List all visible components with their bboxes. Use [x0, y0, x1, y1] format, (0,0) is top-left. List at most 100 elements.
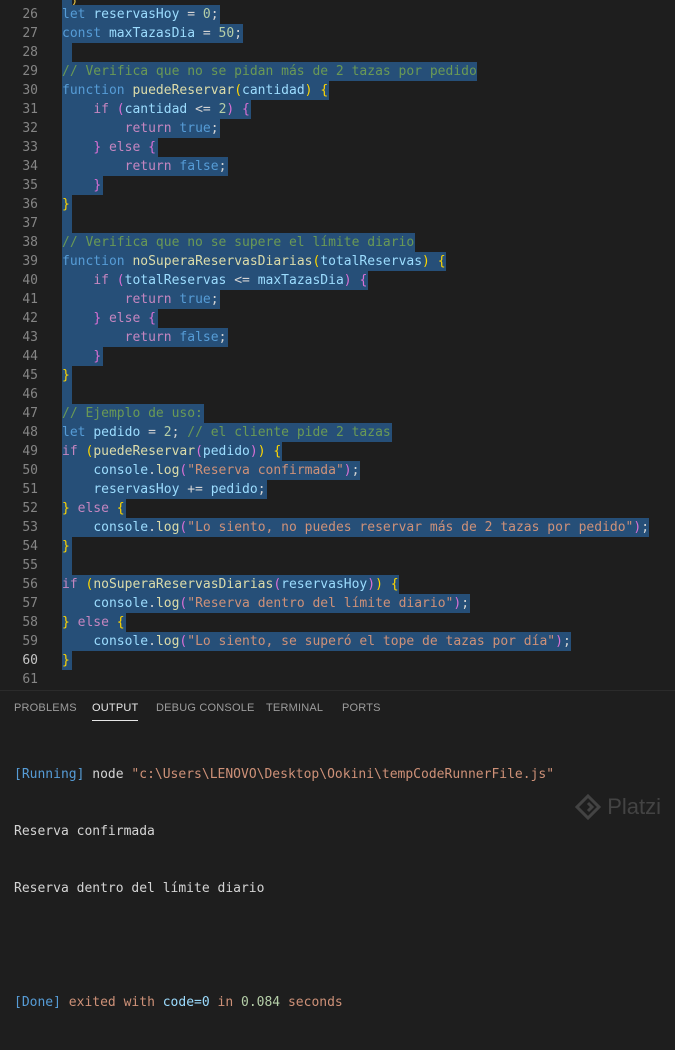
- code-line[interactable]: 45}: [0, 366, 675, 385]
- code-token: ;: [257, 482, 266, 497]
- line-number: 31: [22, 102, 38, 117]
- code-token: true: [179, 292, 211, 307]
- code-token: console: [93, 520, 149, 535]
- code-token: }: [93, 311, 109, 326]
- line-number: 52: [22, 501, 38, 516]
- tab-output[interactable]: OUTPUT: [92, 702, 139, 721]
- code-editor[interactable]: 2526let reservasHoy = 0;27const maxTazas…: [0, 0, 675, 690]
- code-line[interactable]: 32 return true;: [0, 119, 675, 138]
- line-number: 27: [22, 26, 38, 41]
- code-text: }: [62, 347, 101, 366]
- code-line[interactable]: 37: [0, 214, 675, 233]
- output-content[interactable]: [Running] node "c:\Users\LENOVO\Desktop\…: [14, 727, 554, 1050]
- tab-terminal[interactable]: TERMINAL: [266, 702, 323, 714]
- code-line[interactable]: 30 function puedeReservar(cantidad) {: [0, 81, 675, 100]
- code-token: if: [93, 102, 117, 117]
- code-line[interactable]: 31 if (cantidad <= 2) {: [0, 100, 675, 119]
- code-line[interactable]: 28: [0, 43, 675, 62]
- line-number: 43: [22, 330, 38, 345]
- line-number: 44: [22, 349, 38, 364]
- code-token: ): [257, 444, 274, 459]
- code-line[interactable]: 54}: [0, 537, 675, 556]
- done-time: 0.084: [241, 995, 281, 1010]
- code-line[interactable]: 36}: [0, 195, 675, 214]
- code-line[interactable]: 61: [0, 670, 675, 689]
- code-line[interactable]: 29 // Verifica que no se pidan más de 2 t…: [0, 62, 675, 81]
- code-token: pedido: [210, 482, 258, 497]
- code-text: return false;: [62, 328, 227, 347]
- running-command: node: [92, 767, 124, 782]
- code-token: ): [304, 83, 321, 98]
- code-line[interactable]: 60}: [0, 651, 675, 670]
- line-number: 47: [22, 406, 38, 421]
- bottom-panel: PROBLEMS OUTPUT DEBUG CONSOLE TERMINAL PORTS…: [0, 690, 675, 1010]
- code-line[interactable]: 27 const maxTazasDia = 50;: [0, 24, 675, 43]
- tab-ports[interactable]: PORTS: [342, 702, 381, 714]
- code-token: maxTazasDia: [108, 26, 196, 41]
- code-token: =: [179, 7, 203, 22]
- code-line[interactable]: 41 return true;: [0, 290, 675, 309]
- code-line[interactable]: 59 console.log("Lo siento, se superó el …: [0, 632, 675, 651]
- code-token: true: [179, 121, 211, 136]
- code-token: {: [116, 615, 125, 630]
- code-token: else: [77, 615, 117, 630]
- code-token: if: [93, 273, 117, 288]
- code-token: pedido: [202, 444, 250, 459]
- code-line[interactable]: 56 if (noSuperaReservasDiarias(reservasHo…: [0, 575, 675, 594]
- code-line[interactable]: 47 // Ejemplo de uso:: [0, 404, 675, 423]
- code-line[interactable]: 50 console.log("Reserva confirmada");: [0, 461, 675, 480]
- tab-problems[interactable]: PROBLEMS: [14, 702, 77, 714]
- code-text: }: [62, 651, 70, 670]
- code-line[interactable]: 52} else {: [0, 499, 675, 518]
- code-line[interactable]: 35 }: [0, 176, 675, 195]
- code-token: {: [320, 83, 329, 98]
- code-line[interactable]: 39 function noSuperaReservasDiarias(total…: [0, 252, 675, 271]
- code-token: return: [124, 159, 180, 174]
- code-token: reservasHoy: [93, 482, 180, 497]
- code-token: =: [195, 26, 219, 41]
- line-number: 29: [22, 64, 38, 79]
- done-seconds: seconds: [287, 995, 343, 1010]
- code-line[interactable]: 51 reservasHoy += pedido;: [0, 480, 675, 499]
- code-token: // Verifica que no se pidan más de 2 taz…: [62, 64, 477, 79]
- code-token: else: [77, 501, 117, 516]
- code-token: ): [249, 444, 258, 459]
- code-line[interactable]: 46: [0, 385, 675, 404]
- line-number: 53: [22, 520, 38, 535]
- code-token: ;: [210, 121, 219, 136]
- code-line[interactable]: 33 } else {: [0, 138, 675, 157]
- code-line[interactable]: 49 if (puedeReservar(pedido)) {: [0, 442, 675, 461]
- code-line[interactable]: 58} else {: [0, 613, 675, 632]
- code-line[interactable]: 40 if (totalReservas <= maxTazasDia) {: [0, 271, 675, 290]
- code-line[interactable]: 53 console.log("Lo siento, no puedes res…: [0, 518, 675, 537]
- code-line[interactable]: 38 // Verifica que no se supere el límite…: [0, 233, 675, 252]
- selection-highlight: [62, 43, 72, 62]
- code-line[interactable]: 44 }: [0, 347, 675, 366]
- code-line[interactable]: 48 let pedido = 2; // el cliente pide 2 t…: [0, 423, 675, 442]
- code-token: {: [116, 501, 125, 516]
- code-line[interactable]: 55: [0, 556, 675, 575]
- code-token: ): [375, 577, 391, 592]
- code-text: function puedeReservar(cantidad) {: [62, 81, 328, 100]
- code-line[interactable]: 34 return false;: [0, 157, 675, 176]
- tab-debug-console[interactable]: DEBUG CONSOLE: [156, 702, 255, 714]
- code-text: const maxTazasDia = 50;: [62, 24, 242, 43]
- code-token: 2: [163, 425, 172, 440]
- line-number: 54: [22, 539, 38, 554]
- code-token: log: [155, 634, 180, 649]
- code-line[interactable]: 57 console.log("Reserva dentro del límit…: [0, 594, 675, 613]
- line-number: 49: [22, 444, 38, 459]
- code-line[interactable]: 42 } else {: [0, 309, 675, 328]
- code-line[interactable]: 43 return false;: [0, 328, 675, 347]
- code-line[interactable]: 26 let reservasHoy = 0;: [0, 5, 675, 24]
- code-token: reservasHoy: [281, 577, 368, 592]
- code-text: // Verifica que no se pidan más de 2 taz…: [62, 62, 477, 81]
- code-token: ): [422, 254, 438, 269]
- code-token: noSuperaReservasDiarias: [93, 577, 274, 592]
- code-text: }: [62, 195, 70, 214]
- code-token: (: [116, 102, 125, 117]
- running-tag: [Running]: [14, 767, 85, 782]
- code-text: if (noSuperaReservasDiarias(reservasHoy)…: [62, 575, 399, 594]
- code-token: 0: [202, 7, 211, 22]
